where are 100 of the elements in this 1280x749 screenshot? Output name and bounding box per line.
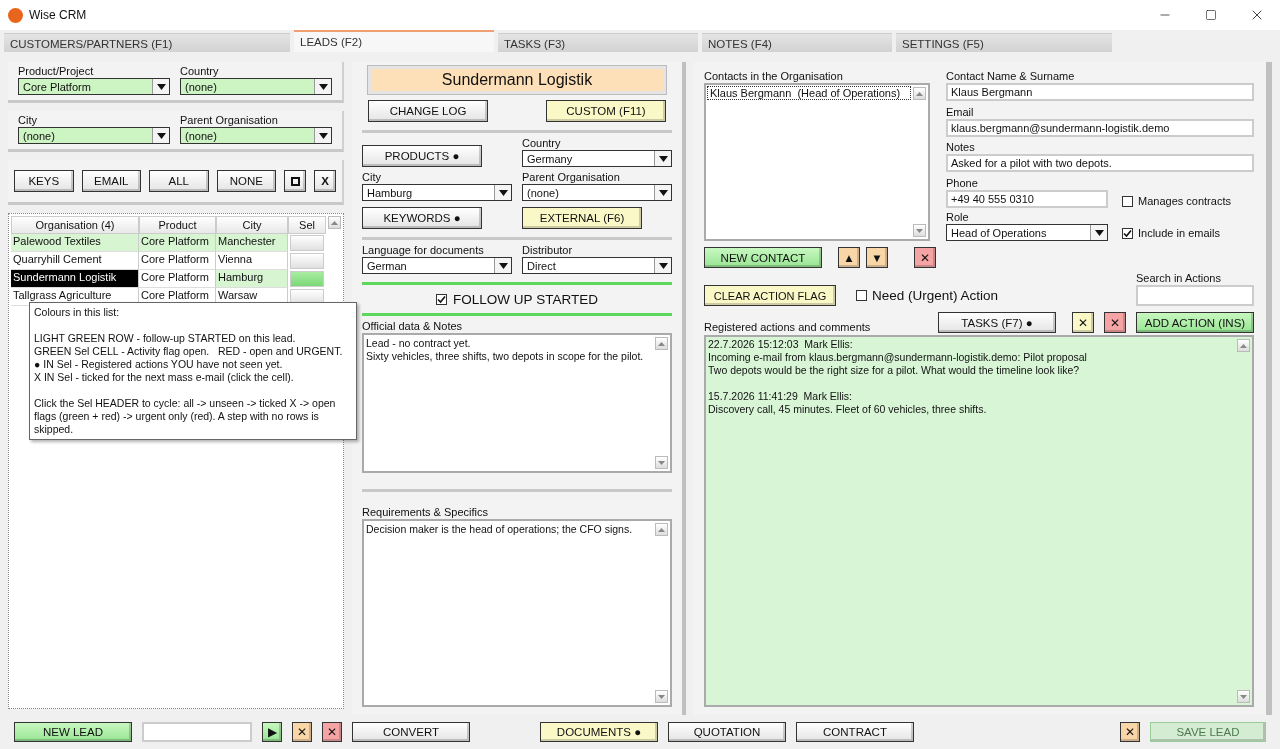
button[interactable]: ▲	[838, 247, 860, 268]
button[interactable]: KEYS	[14, 170, 74, 192]
caret-icon[interactable]	[152, 79, 169, 94]
column-header[interactable]: Organisation (4)	[11, 216, 139, 234]
caret-icon[interactable]	[314, 79, 331, 94]
dropdown[interactable]: German	[362, 257, 512, 274]
input-field[interactable]: Klaus Bergmann	[946, 83, 1254, 101]
field-label: Language for documents	[362, 244, 485, 256]
caret-icon[interactable]	[654, 185, 671, 200]
button[interactable]: ALL	[149, 170, 209, 192]
organisation-name: Sundermann Logistik	[368, 66, 666, 94]
input-field[interactable]: Asked for a pilot with two depots.	[946, 154, 1254, 173]
button[interactable]: X	[314, 170, 336, 192]
scroll-up-icon[interactable]	[1237, 339, 1250, 352]
input-field[interactable]: +49 40 555 0310	[946, 190, 1108, 208]
tab[interactable]: CUSTOMERS/PARTNERS (F1)	[4, 33, 290, 52]
button[interactable]: EXTERNAL (F6)	[522, 207, 642, 229]
button[interactable]: ▼	[866, 247, 888, 268]
dropdown[interactable]: Core Platform	[18, 78, 170, 95]
button[interactable]: QUOTATION	[668, 722, 786, 742]
column-header[interactable]: Product	[139, 216, 216, 234]
button[interactable]: CHANGE LOG	[368, 100, 488, 122]
sel-cell[interactable]	[290, 271, 324, 287]
button[interactable]: NONE	[216, 170, 276, 192]
caret-icon[interactable]	[654, 151, 671, 166]
tab[interactable]: NOTES (F4)	[702, 33, 892, 52]
dropdown[interactable]: (none)	[180, 127, 332, 144]
caret-icon[interactable]	[654, 258, 671, 273]
search-field[interactable]	[1136, 285, 1254, 306]
dropdown[interactable]: (none)	[180, 78, 332, 95]
button[interactable]: DOCUMENTS ●	[540, 722, 658, 742]
table-cell[interactable]: Quarryhill Cement	[11, 252, 139, 270]
scroll-up-icon[interactable]	[655, 523, 668, 537]
scroll-down-icon[interactable]	[1237, 690, 1250, 703]
caret-icon[interactable]	[494, 258, 511, 273]
button[interactable]: KEYWORDS ●	[362, 207, 482, 229]
button[interactable]: ADD ACTION (INS)	[1136, 312, 1254, 333]
scroll-up-icon[interactable]	[328, 216, 341, 229]
button[interactable]: ✕	[1104, 312, 1126, 333]
input-field[interactable]	[142, 722, 252, 742]
button[interactable]: ✕	[292, 722, 312, 742]
field-label: Phone	[946, 177, 979, 189]
dropdown[interactable]: Germany	[522, 150, 672, 167]
scroll-up-icon[interactable]	[913, 87, 926, 100]
button[interactable]: CONTRACT	[796, 722, 914, 742]
button[interactable]: CONVERT	[352, 722, 470, 742]
table-cell: Core Platform	[139, 234, 216, 252]
field-label: Contacts in the Organisation	[704, 70, 844, 82]
notes-area[interactable]: Lead - no contract yet. Sixty vehicles, three shifts, two depots in scope for the pilot.	[362, 333, 672, 474]
caret-icon[interactable]	[494, 185, 511, 200]
checkbox[interactable]	[1122, 227, 1133, 239]
table-cell: Core Platform	[139, 252, 216, 270]
scroll-up-icon[interactable]	[655, 337, 668, 350]
input-field[interactable]: klaus.bergmann@sundermann-logistik.demo	[946, 118, 1254, 137]
sel-cell[interactable]	[290, 253, 324, 269]
tooltip-text: GREEN Sel CELL - Activity flag open. RED - open and URGENT.	[34, 345, 344, 358]
scroll-down-icon[interactable]	[913, 224, 926, 237]
button[interactable]: ✕	[914, 247, 936, 268]
dropdown[interactable]: Direct	[522, 257, 672, 274]
table-cell: Core Platform	[139, 270, 216, 288]
button[interactable]: NEW CONTACT	[704, 247, 822, 268]
button[interactable]: ✕	[1072, 312, 1094, 333]
button[interactable]: ✕	[322, 722, 342, 742]
tab[interactable]: LEADS (F2)	[294, 30, 494, 52]
window-title: Wise CRM	[29, 8, 88, 22]
button[interactable]: NEW LEAD	[14, 722, 132, 742]
button[interactable]: EMAIL	[81, 170, 141, 192]
sel-cell[interactable]	[290, 235, 324, 251]
dropdown[interactable]: Hamburg	[362, 184, 512, 201]
caret-icon[interactable]	[152, 128, 169, 143]
column-header[interactable]: Sel	[288, 216, 326, 234]
caret-icon[interactable]	[1090, 225, 1107, 240]
dropdown[interactable]: (none)	[18, 127, 170, 144]
checkbox-label: Manages contracts	[1138, 195, 1231, 207]
column-header[interactable]: City	[216, 216, 288, 234]
table-cell[interactable]: Sundermann Logistik	[11, 270, 139, 288]
checkbox[interactable]	[1122, 195, 1133, 207]
checkbox[interactable]	[436, 293, 448, 305]
button[interactable]: ✕	[1120, 722, 1140, 742]
button[interactable]: ▶	[262, 722, 282, 742]
button[interactable]: PRODUCTS ●	[362, 145, 482, 167]
dropdown[interactable]: (none)	[522, 184, 672, 201]
scroll-down-icon[interactable]	[655, 456, 668, 470]
action-header: 15.7.2026 11:41:29 Mark Ellis:	[708, 390, 852, 403]
list-item[interactable]: Klaus Bergmann (Head of Operations)	[707, 86, 911, 100]
tab[interactable]: SETTINGS (F5)	[896, 33, 1112, 52]
button[interactable]: CUSTOM (F11)	[546, 100, 666, 122]
button[interactable]: TASKS (F7) ●	[938, 312, 1056, 333]
table-cell: Hamburg	[216, 270, 288, 288]
tab[interactable]: TASKS (F3)	[498, 33, 698, 52]
checkbox[interactable]	[856, 290, 867, 301]
scroll-down-icon[interactable]	[655, 690, 668, 703]
requirements-area[interactable]: Decision maker is the head of operations; the CFO signs.	[362, 519, 672, 707]
action-text: Discovery call, 45 minutes. Fleet of 60 vehicles, three shifts.	[708, 403, 987, 416]
table-cell[interactable]: Palewood Textiles	[11, 234, 139, 252]
button[interactable]: CLEAR ACTION FLAG	[704, 285, 836, 306]
dropdown[interactable]: Head of Operations	[946, 224, 1108, 241]
checkbox-button[interactable]	[284, 170, 306, 192]
field-label: Country	[522, 137, 562, 149]
caret-icon[interactable]	[314, 128, 331, 143]
